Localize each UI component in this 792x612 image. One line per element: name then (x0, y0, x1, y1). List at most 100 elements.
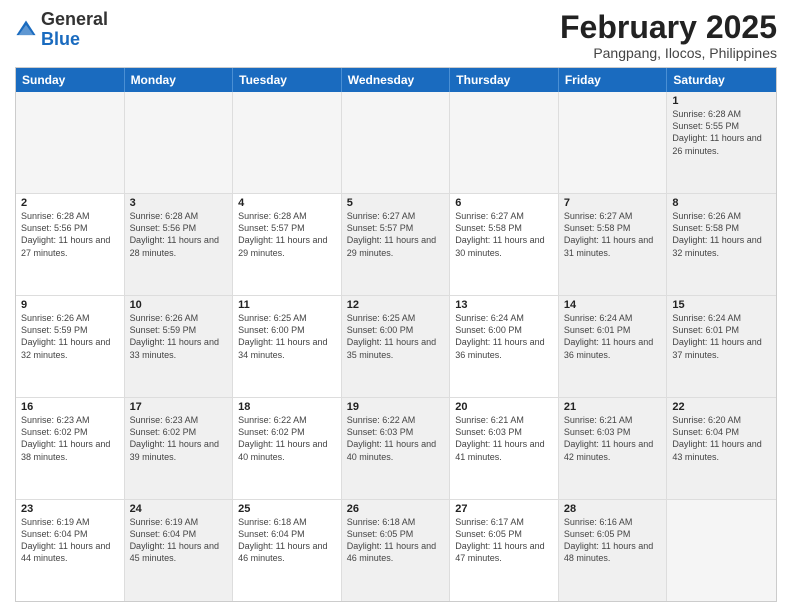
calendar-body: 1Sunrise: 6:28 AM Sunset: 5:55 PM Daylig… (16, 92, 776, 601)
day-number: 24 (130, 503, 228, 515)
calendar-day-cell: 21Sunrise: 6:21 AM Sunset: 6:03 PM Dayli… (559, 398, 668, 499)
calendar-day-cell (667, 500, 776, 601)
day-detail: Sunrise: 6:24 AM Sunset: 6:01 PM Dayligh… (672, 312, 771, 361)
day-number: 12 (347, 299, 445, 311)
day-number: 17 (130, 401, 228, 413)
day-number: 19 (347, 401, 445, 413)
day-detail: Sunrise: 6:16 AM Sunset: 6:05 PM Dayligh… (564, 516, 662, 565)
calendar-day-cell: 1Sunrise: 6:28 AM Sunset: 5:55 PM Daylig… (667, 92, 776, 193)
calendar-day-cell: 10Sunrise: 6:26 AM Sunset: 5:59 PM Dayli… (125, 296, 234, 397)
weekday-header: Monday (125, 68, 234, 92)
header: General Blue February 2025 Pangpang, Ilo… (15, 10, 777, 61)
day-number: 21 (564, 401, 662, 413)
day-detail: Sunrise: 6:27 AM Sunset: 5:58 PM Dayligh… (564, 210, 662, 259)
day-number: 18 (238, 401, 336, 413)
calendar-week-row: 2Sunrise: 6:28 AM Sunset: 5:56 PM Daylig… (16, 194, 776, 296)
day-number: 5 (347, 197, 445, 209)
weekday-header: Wednesday (342, 68, 451, 92)
calendar-day-cell: 22Sunrise: 6:20 AM Sunset: 6:04 PM Dayli… (667, 398, 776, 499)
day-detail: Sunrise: 6:27 AM Sunset: 5:57 PM Dayligh… (347, 210, 445, 259)
day-detail: Sunrise: 6:21 AM Sunset: 6:03 PM Dayligh… (564, 414, 662, 463)
weekday-header: Tuesday (233, 68, 342, 92)
day-detail: Sunrise: 6:22 AM Sunset: 6:02 PM Dayligh… (238, 414, 336, 463)
day-detail: Sunrise: 6:25 AM Sunset: 6:00 PM Dayligh… (347, 312, 445, 361)
day-detail: Sunrise: 6:26 AM Sunset: 5:59 PM Dayligh… (21, 312, 119, 361)
day-number: 20 (455, 401, 553, 413)
day-detail: Sunrise: 6:18 AM Sunset: 6:05 PM Dayligh… (347, 516, 445, 565)
weekday-header: Friday (559, 68, 668, 92)
calendar-day-cell: 3Sunrise: 6:28 AM Sunset: 5:56 PM Daylig… (125, 194, 234, 295)
calendar-day-cell: 12Sunrise: 6:25 AM Sunset: 6:00 PM Dayli… (342, 296, 451, 397)
calendar-day-cell: 20Sunrise: 6:21 AM Sunset: 6:03 PM Dayli… (450, 398, 559, 499)
calendar-day-cell: 17Sunrise: 6:23 AM Sunset: 6:02 PM Dayli… (125, 398, 234, 499)
calendar-day-cell: 2Sunrise: 6:28 AM Sunset: 5:56 PM Daylig… (16, 194, 125, 295)
weekday-header: Thursday (450, 68, 559, 92)
day-detail: Sunrise: 6:19 AM Sunset: 6:04 PM Dayligh… (130, 516, 228, 565)
calendar-day-cell: 13Sunrise: 6:24 AM Sunset: 6:00 PM Dayli… (450, 296, 559, 397)
day-number: 10 (130, 299, 228, 311)
calendar-week-row: 23Sunrise: 6:19 AM Sunset: 6:04 PM Dayli… (16, 500, 776, 601)
day-number: 8 (672, 197, 771, 209)
calendar-day-cell: 4Sunrise: 6:28 AM Sunset: 5:57 PM Daylig… (233, 194, 342, 295)
title-month: February 2025 (560, 10, 777, 45)
logo-icon (15, 19, 37, 41)
day-detail: Sunrise: 6:21 AM Sunset: 6:03 PM Dayligh… (455, 414, 553, 463)
day-number: 14 (564, 299, 662, 311)
day-number: 23 (21, 503, 119, 515)
calendar-day-cell (559, 92, 668, 193)
calendar-day-cell: 16Sunrise: 6:23 AM Sunset: 6:02 PM Dayli… (16, 398, 125, 499)
logo-blue: Blue (41, 29, 80, 49)
calendar-day-cell: 7Sunrise: 6:27 AM Sunset: 5:58 PM Daylig… (559, 194, 668, 295)
day-detail: Sunrise: 6:17 AM Sunset: 6:05 PM Dayligh… (455, 516, 553, 565)
day-detail: Sunrise: 6:24 AM Sunset: 6:00 PM Dayligh… (455, 312, 553, 361)
calendar-day-cell: 28Sunrise: 6:16 AM Sunset: 6:05 PM Dayli… (559, 500, 668, 601)
day-number: 22 (672, 401, 771, 413)
calendar-week-row: 1Sunrise: 6:28 AM Sunset: 5:55 PM Daylig… (16, 92, 776, 194)
day-number: 25 (238, 503, 336, 515)
calendar-day-cell: 23Sunrise: 6:19 AM Sunset: 6:04 PM Dayli… (16, 500, 125, 601)
title-block: February 2025 Pangpang, Ilocos, Philippi… (560, 10, 777, 61)
calendar-day-cell: 26Sunrise: 6:18 AM Sunset: 6:05 PM Dayli… (342, 500, 451, 601)
page: General Blue February 2025 Pangpang, Ilo… (0, 0, 792, 612)
calendar-day-cell: 27Sunrise: 6:17 AM Sunset: 6:05 PM Dayli… (450, 500, 559, 601)
day-detail: Sunrise: 6:18 AM Sunset: 6:04 PM Dayligh… (238, 516, 336, 565)
calendar-day-cell: 5Sunrise: 6:27 AM Sunset: 5:57 PM Daylig… (342, 194, 451, 295)
title-location: Pangpang, Ilocos, Philippines (560, 45, 777, 61)
day-number: 7 (564, 197, 662, 209)
day-number: 26 (347, 503, 445, 515)
calendar-week-row: 16Sunrise: 6:23 AM Sunset: 6:02 PM Dayli… (16, 398, 776, 500)
calendar-day-cell: 24Sunrise: 6:19 AM Sunset: 6:04 PM Dayli… (125, 500, 234, 601)
day-detail: Sunrise: 6:26 AM Sunset: 5:59 PM Dayligh… (130, 312, 228, 361)
day-detail: Sunrise: 6:24 AM Sunset: 6:01 PM Dayligh… (564, 312, 662, 361)
day-detail: Sunrise: 6:25 AM Sunset: 6:00 PM Dayligh… (238, 312, 336, 361)
day-number: 13 (455, 299, 553, 311)
day-detail: Sunrise: 6:28 AM Sunset: 5:55 PM Dayligh… (672, 108, 771, 157)
calendar: SundayMondayTuesdayWednesdayThursdayFrid… (15, 67, 777, 602)
calendar-header: SundayMondayTuesdayWednesdayThursdayFrid… (16, 68, 776, 92)
day-number: 11 (238, 299, 336, 311)
calendar-day-cell: 9Sunrise: 6:26 AM Sunset: 5:59 PM Daylig… (16, 296, 125, 397)
day-number: 2 (21, 197, 119, 209)
day-number: 6 (455, 197, 553, 209)
calendar-week-row: 9Sunrise: 6:26 AM Sunset: 5:59 PM Daylig… (16, 296, 776, 398)
day-detail: Sunrise: 6:23 AM Sunset: 6:02 PM Dayligh… (21, 414, 119, 463)
day-detail: Sunrise: 6:28 AM Sunset: 5:56 PM Dayligh… (21, 210, 119, 259)
logo: General Blue (15, 10, 108, 50)
day-number: 1 (672, 95, 771, 107)
day-detail: Sunrise: 6:19 AM Sunset: 6:04 PM Dayligh… (21, 516, 119, 565)
calendar-day-cell (342, 92, 451, 193)
day-detail: Sunrise: 6:22 AM Sunset: 6:03 PM Dayligh… (347, 414, 445, 463)
day-number: 15 (672, 299, 771, 311)
calendar-day-cell (125, 92, 234, 193)
day-number: 16 (21, 401, 119, 413)
day-number: 9 (21, 299, 119, 311)
calendar-day-cell (16, 92, 125, 193)
calendar-day-cell (450, 92, 559, 193)
calendar-day-cell: 14Sunrise: 6:24 AM Sunset: 6:01 PM Dayli… (559, 296, 668, 397)
day-number: 27 (455, 503, 553, 515)
day-detail: Sunrise: 6:28 AM Sunset: 5:57 PM Dayligh… (238, 210, 336, 259)
calendar-day-cell: 15Sunrise: 6:24 AM Sunset: 6:01 PM Dayli… (667, 296, 776, 397)
day-detail: Sunrise: 6:23 AM Sunset: 6:02 PM Dayligh… (130, 414, 228, 463)
calendar-day-cell: 6Sunrise: 6:27 AM Sunset: 5:58 PM Daylig… (450, 194, 559, 295)
calendar-day-cell: 25Sunrise: 6:18 AM Sunset: 6:04 PM Dayli… (233, 500, 342, 601)
